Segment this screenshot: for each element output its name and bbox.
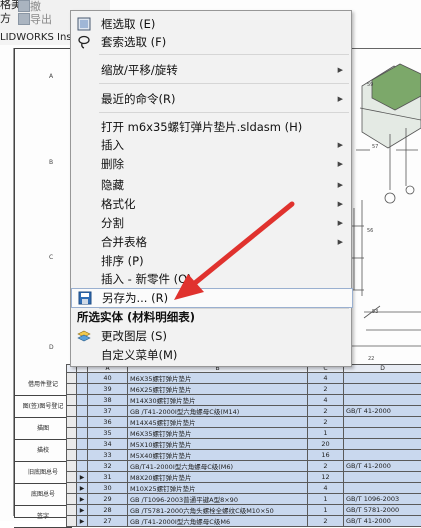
annotation-arrow: [0, 0, 421, 521]
